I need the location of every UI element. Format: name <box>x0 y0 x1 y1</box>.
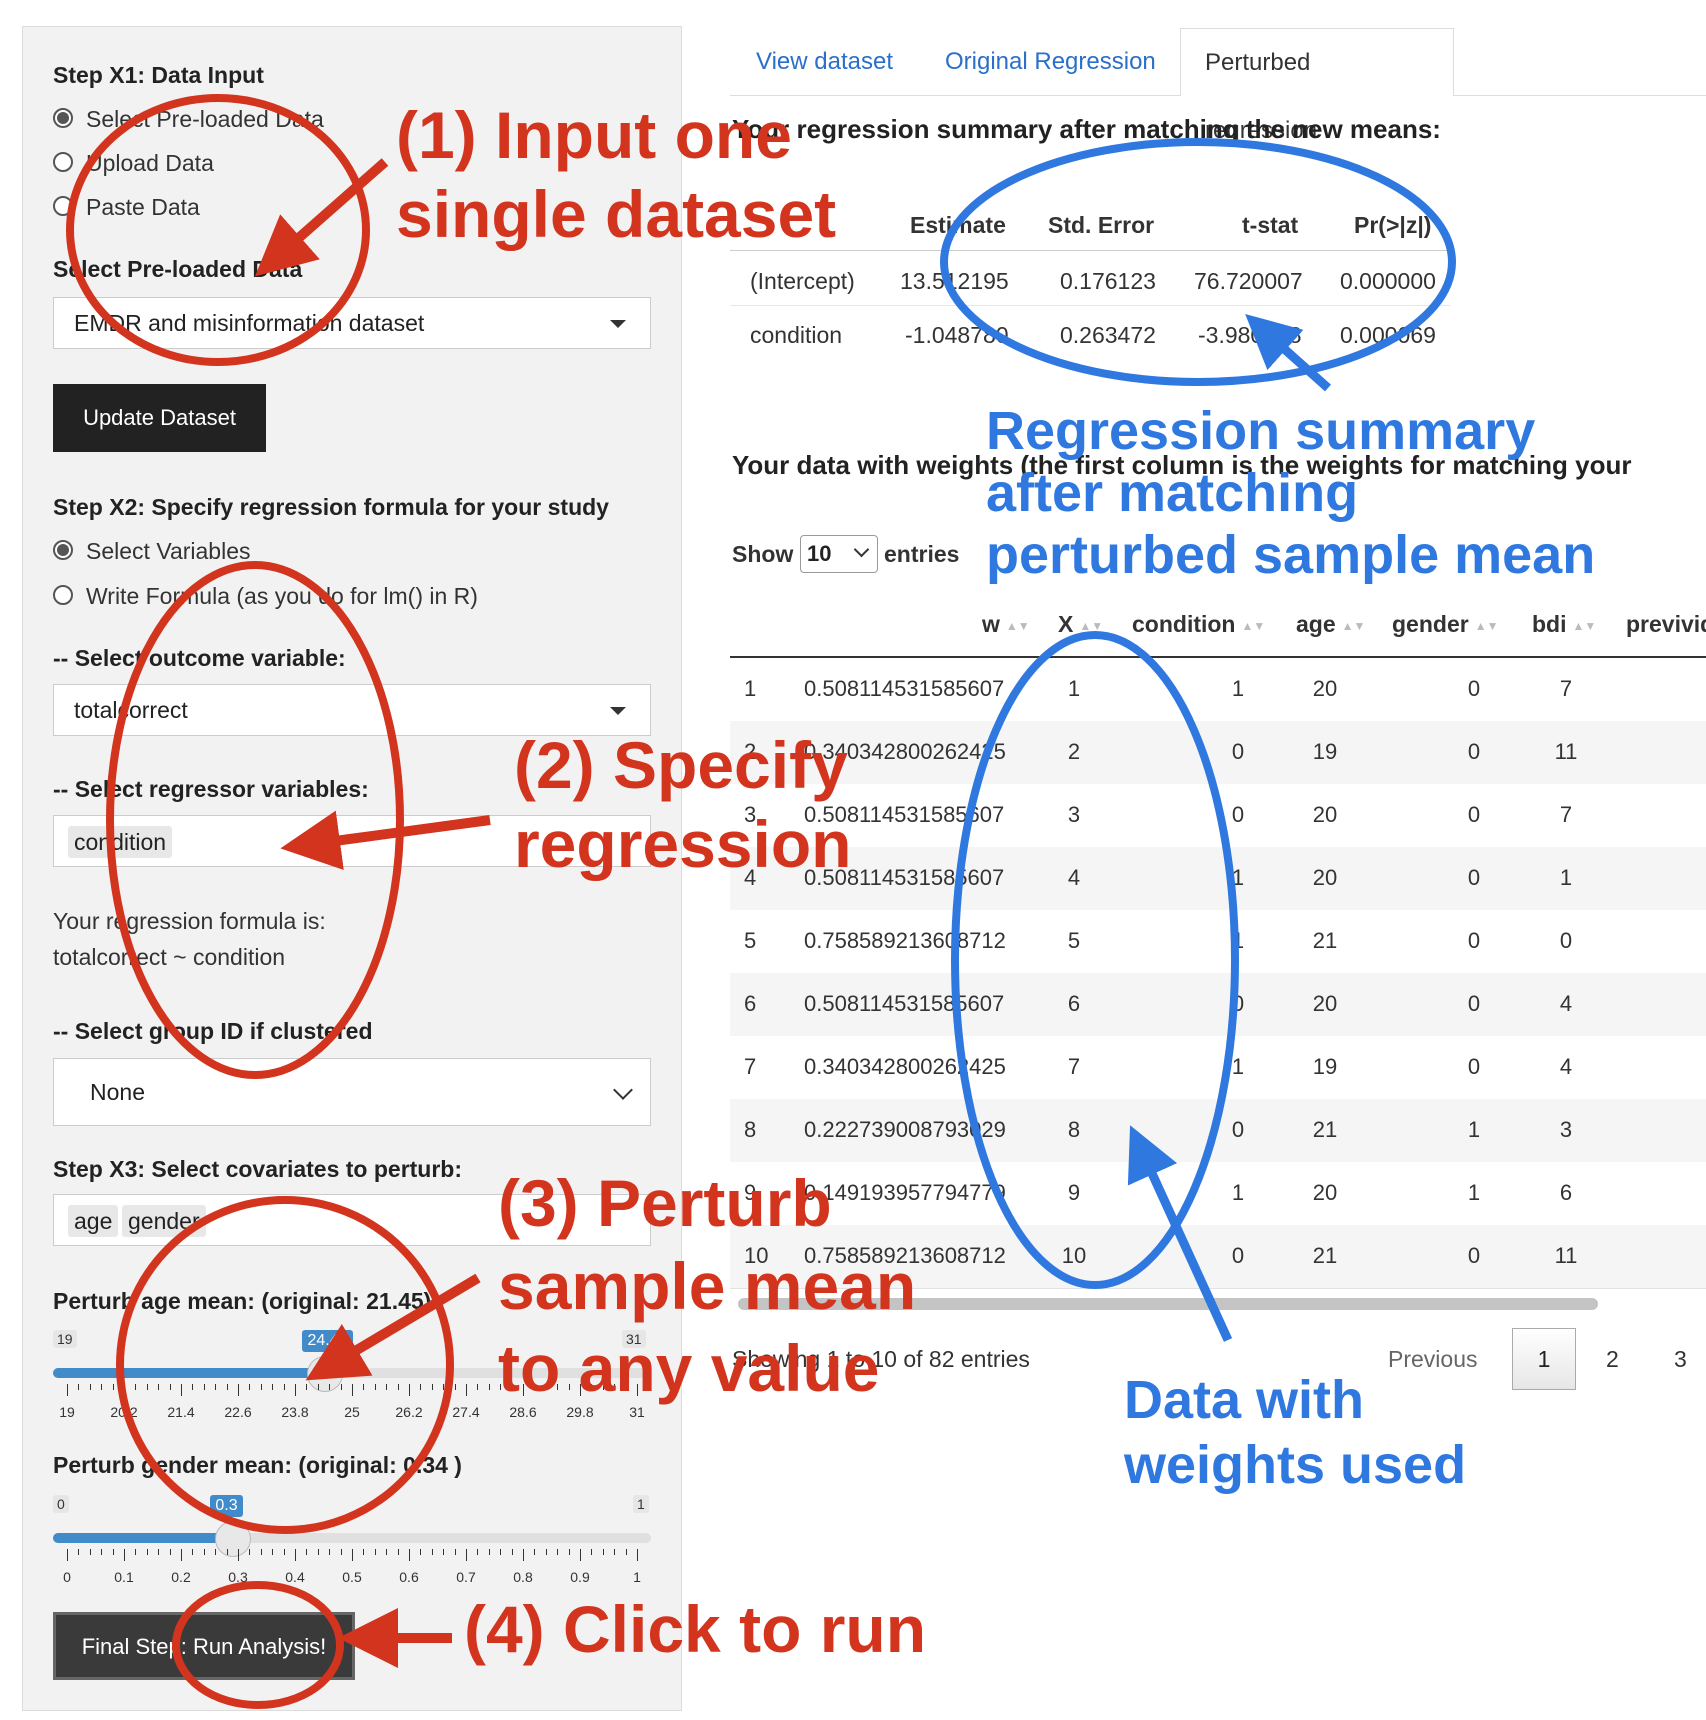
annotation-step1: (1) Input one single dataset <box>396 96 836 254</box>
annotation-weights-line: weights used <box>1124 1434 1467 1495</box>
annotation-step2-line: regression <box>514 807 852 882</box>
annotation-arrow-summary <box>1245 314 1331 392</box>
annotation-step1-line: (1) Input one <box>396 98 792 172</box>
annotation-arrow-2 <box>280 810 491 871</box>
annotation-step2: (2) Specify regression <box>514 726 851 884</box>
annotation-step2-line: (2) Specify <box>514 728 848 802</box>
annotation-step1-line: single dataset <box>396 177 837 252</box>
annotation-weights: Data with weights used <box>1124 1368 1466 1498</box>
annotation-step4: (4) Click to run <box>464 1590 926 1669</box>
annotation-ellipse-1 <box>66 94 370 366</box>
annotation-summary-line: perturbed sample mean <box>986 525 1596 586</box>
annotation-arrow-1 <box>254 158 389 277</box>
annotation-ellipse-4 <box>172 1581 344 1709</box>
annotation-ellipse-3 <box>116 1196 454 1534</box>
annotation-arrow-3 <box>305 1273 481 1381</box>
annotation-ellipse-weights <box>951 631 1239 1289</box>
annotation-step4-line: (4) Click to run <box>464 1592 927 1666</box>
annotation-summary-line: Regression summary <box>986 401 1536 461</box>
annotation-ellipse-2 <box>106 561 404 1079</box>
annotation-summary-line: after matching <box>986 463 1359 524</box>
annotation-summary: Regression summary after matching pertur… <box>986 400 1595 586</box>
annotation-step3: (3) Perturb sample mean to any value <box>498 1162 916 1410</box>
annotation-step3-line: sample mean <box>498 1248 917 1323</box>
annotation-weights-line: Data with <box>1124 1370 1365 1430</box>
annotation-step3-line: to any value <box>498 1331 880 1405</box>
annotation-step3-line: (3) Perturb <box>498 1166 832 1240</box>
annotation-ellipse-summary <box>940 138 1456 386</box>
